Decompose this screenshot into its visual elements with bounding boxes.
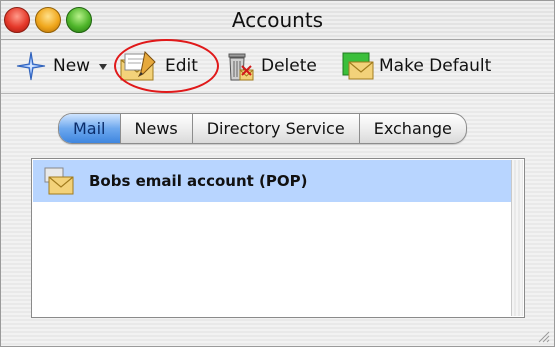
window-title: Accounts [231,8,324,32]
tab-exchange-label: Exchange [373,119,452,138]
list-item[interactable]: Bobs email account (POP) [33,160,514,202]
tab-news-label: News [134,119,178,138]
trash-can-icon [223,50,255,82]
green-envelope-icon [341,50,374,82]
chevron-down-icon[interactable] [98,57,108,76]
tab-directory-service[interactable]: Directory Service [193,114,360,143]
vertical-scrollbar[interactable] [511,160,523,316]
toolbar-top-divider [1,39,554,40]
accounts-window: Accounts New Edit Delete Make Default Ma… [0,0,555,347]
delete-button[interactable]: Delete [223,45,317,87]
tab-directory-service-label: Directory Service [206,119,345,138]
title-bar[interactable]: Accounts [1,1,554,39]
tab-exchange[interactable]: Exchange [360,114,466,143]
toolbar-bottom-divider [1,93,554,94]
envelope-icon [41,164,75,198]
accounts-list[interactable]: Bobs email account (POP) [31,158,525,318]
make-default-button-label: Make Default [379,56,492,76]
tab-mail-label: Mail [73,119,106,138]
resize-grip-icon[interactable] [536,328,550,343]
sparkle-star-icon [15,50,47,82]
make-default-button[interactable]: Make Default [341,45,491,87]
annotation-circle [114,39,219,93]
delete-button-label: Delete [261,56,317,76]
new-button-label: New [53,56,91,76]
tab-mail[interactable]: Mail [59,114,121,143]
new-button[interactable]: New [15,45,108,87]
tab-news[interactable]: News [121,114,193,143]
account-type-tabs: Mail News Directory Service Exchange [58,113,467,144]
account-name: Bobs email account (POP) [89,172,308,190]
